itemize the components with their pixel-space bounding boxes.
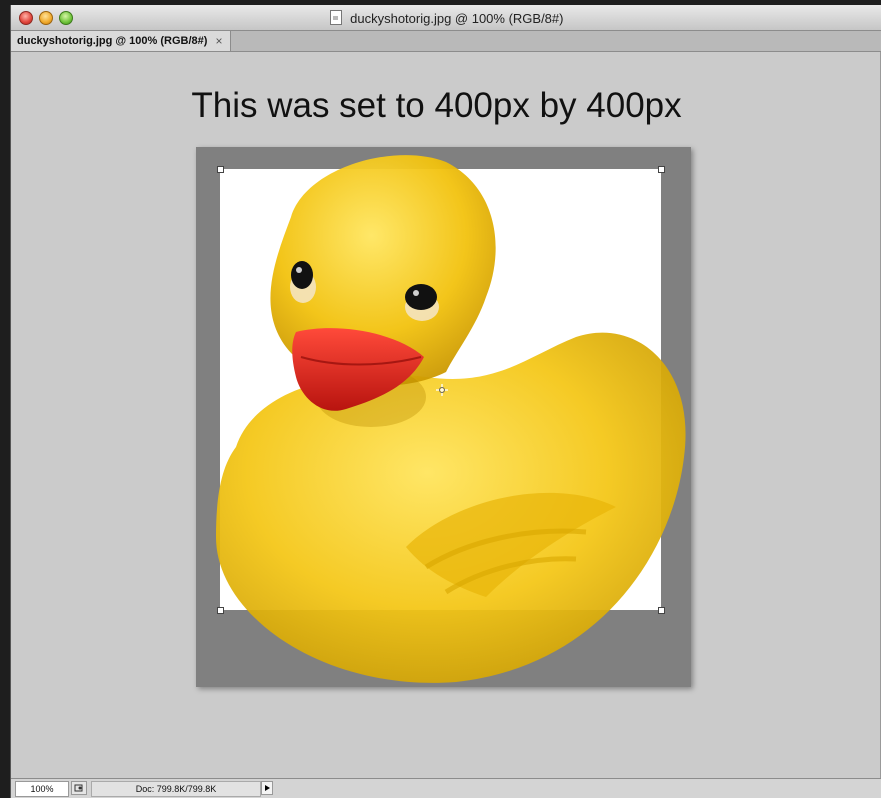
window-title-area: duckyshotorig.jpg @ 100% (RGB/8#) (11, 10, 881, 26)
rubber-duck-image (216, 155, 686, 683)
crop-handle-bottom-left[interactable] (217, 607, 224, 614)
status-bar: 100% Doc: 799.8K/799.8K (11, 778, 881, 798)
tab-close-icon[interactable]: × (215, 31, 222, 51)
crop-handle-top-left[interactable] (217, 166, 224, 173)
status-menu-arrow-icon[interactable] (261, 781, 273, 795)
left-eye (291, 261, 313, 289)
status-info-button[interactable] (71, 781, 87, 795)
duck-body (216, 332, 686, 683)
zoom-level-field[interactable]: 100% (15, 781, 69, 797)
document-icon (329, 10, 342, 25)
crop-handle-top-right[interactable] (658, 166, 665, 173)
window-title: duckyshotorig.jpg @ 100% (RGB/8#) (350, 11, 564, 26)
document-tab-bar: duckyshotorig.jpg @ 100% (RGB/8#) × (11, 31, 881, 52)
canvas-heading-text: This was set to 400px by 400px (191, 86, 682, 125)
right-eye (405, 284, 437, 310)
title-bar[interactable]: duckyshotorig.jpg @ 100% (RGB/8#) (11, 5, 881, 31)
document-tab[interactable]: duckyshotorig.jpg @ 100% (RGB/8#) × (11, 31, 232, 51)
photoshop-document-window: duckyshotorig.jpg @ 100% (RGB/8#) duckys… (10, 5, 881, 798)
document-tab-label: duckyshotorig.jpg @ 100% (RGB/8#) (17, 35, 208, 47)
document-size-info: Doc: 799.8K/799.8K (91, 781, 261, 797)
document-status-icon (74, 784, 83, 792)
crop-handle-bottom-right[interactable] (658, 607, 665, 614)
canvas-area[interactable]: This was set to 400px by 400px (11, 52, 881, 778)
document-canvas[interactable] (196, 147, 691, 687)
